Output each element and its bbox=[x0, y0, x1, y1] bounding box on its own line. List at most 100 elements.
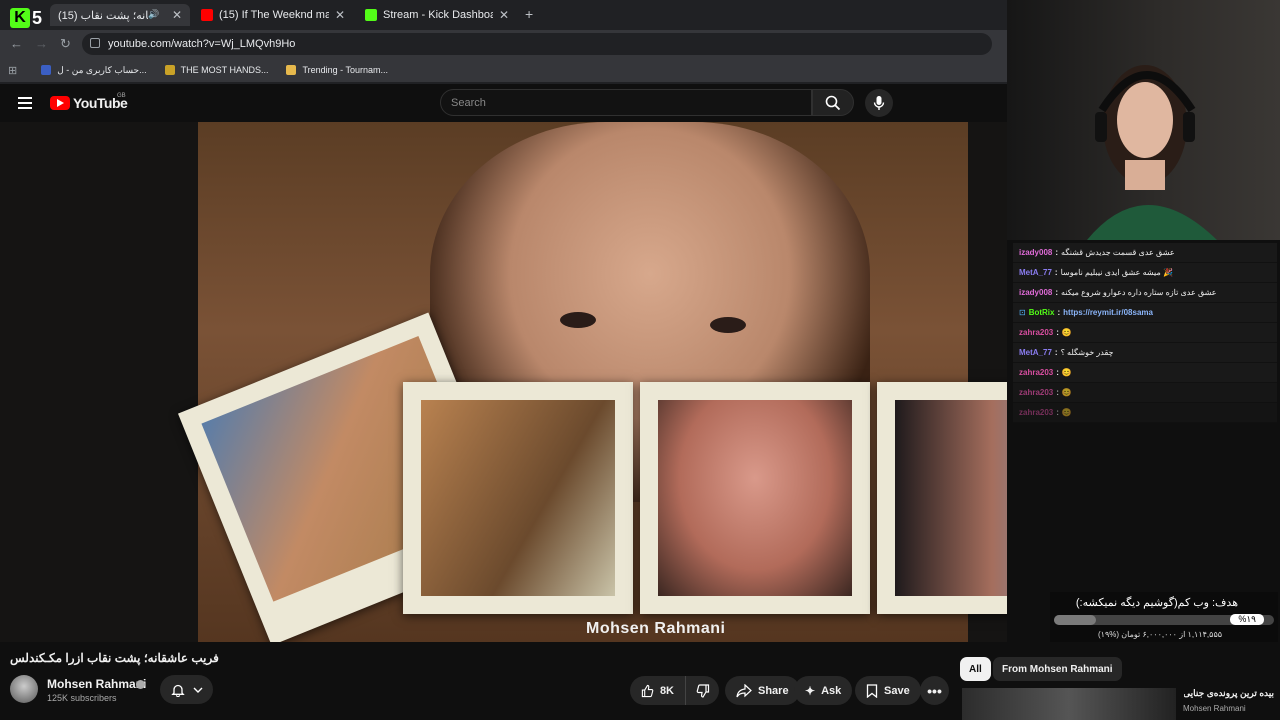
share-icon bbox=[736, 683, 752, 697]
chat-separator: : bbox=[1056, 328, 1059, 337]
ask-button[interactable]: ✦ Ask bbox=[794, 676, 853, 705]
goal-progress-fill bbox=[1054, 615, 1096, 625]
eye-shape bbox=[560, 312, 596, 328]
bookmark-favicon-icon bbox=[41, 65, 52, 75]
chat-text: عشق عدی تازه ستاره داره دعوارو شروع میکن… bbox=[1061, 288, 1217, 297]
region-code: GB bbox=[117, 93, 126, 99]
sparkle-icon: ✦ bbox=[805, 683, 816, 698]
more-actions-button[interactable]: ••• bbox=[920, 676, 949, 705]
goal-percent: %۱۹ bbox=[1230, 614, 1264, 625]
photo-image bbox=[658, 400, 852, 596]
thumbs-up-icon bbox=[641, 684, 654, 697]
reload-icon[interactable]: ↻ bbox=[60, 36, 71, 52]
chat-text: 😊 bbox=[1061, 388, 1072, 397]
chat-username: zahra203 bbox=[1019, 328, 1054, 337]
menu-icon[interactable] bbox=[18, 97, 32, 109]
chat-message: MetA_77 : میشه عشق ایدی نیبلیم ناموسا 🎉 bbox=[1013, 263, 1277, 283]
chat-text: 😊 bbox=[1061, 328, 1072, 337]
like-button[interactable]: 8K bbox=[630, 676, 685, 705]
kick-logo-icon: K bbox=[10, 8, 30, 28]
stream-chat-overlay: izady008 : عشق عدی قسمت جدیدش قشنگه MetA… bbox=[1013, 243, 1277, 423]
photo-polaroid-4 bbox=[877, 382, 1007, 614]
channel-name[interactable]: Mohsen Rahmani bbox=[47, 677, 146, 691]
save-button[interactable]: Save bbox=[855, 676, 921, 705]
chat-text: 😊 bbox=[1061, 368, 1072, 377]
voice-search-button[interactable] bbox=[865, 89, 893, 117]
kick-overlay-badge: K 5 bbox=[10, 6, 54, 30]
share-button[interactable]: Share bbox=[725, 676, 800, 705]
chat-message: MetA_77 : چقدر خوشگله ؟ bbox=[1013, 343, 1277, 363]
kick-badge-count: 5 bbox=[32, 7, 43, 28]
video-caption: Mohsen Rahmani bbox=[586, 620, 726, 637]
recommended-video-title[interactable]: بیده ترین پرونده‌ی جنایی ۲۰۲۵ bbox=[1184, 688, 1274, 699]
tab-kick-dashboard[interactable]: Stream - Kick Dashboard ✕ bbox=[357, 4, 517, 26]
photo-polaroid-3 bbox=[640, 382, 870, 614]
chat-separator: : bbox=[1057, 308, 1061, 317]
chat-username: MetA_77 bbox=[1019, 268, 1052, 277]
youtube-logo[interactable]: YouTube bbox=[50, 95, 128, 111]
chat-username: zahra203 bbox=[1019, 408, 1054, 417]
ask-label: Ask bbox=[821, 684, 842, 697]
url-field[interactable]: youtube.com/watch?v=Wj_LMQvh9Ho bbox=[82, 33, 992, 55]
channel-avatar[interactable] bbox=[10, 675, 38, 703]
dislike-button[interactable] bbox=[685, 676, 719, 705]
chat-text: https://reymit.ir/08sama bbox=[1063, 308, 1153, 317]
video-player[interactable] bbox=[0, 122, 1007, 642]
microphone-icon bbox=[873, 96, 885, 110]
chat-text: عشق عدی قسمت جدیدش قشنگه bbox=[1061, 248, 1175, 257]
like-count: 8K bbox=[659, 684, 674, 697]
recommended-video-thumbnail[interactable] bbox=[962, 688, 1176, 720]
chat-message: zahra203 : 😊 bbox=[1013, 323, 1277, 343]
search-button[interactable] bbox=[812, 89, 854, 116]
photo-image bbox=[895, 400, 1007, 596]
bookmark-favicon-icon bbox=[164, 65, 175, 75]
bell-icon bbox=[170, 684, 185, 697]
site-info-icon[interactable] bbox=[90, 38, 100, 48]
close-icon[interactable]: ✕ bbox=[172, 8, 182, 22]
tab-label: (15) فریب عاشقانه؛ پشت نقاب bbox=[58, 9, 148, 22]
bookmark-label: Trending - Tournam... bbox=[302, 65, 389, 75]
video-title: فریب عاشقانه؛ پشت نقاب ازرا مکـکندلس bbox=[10, 651, 219, 665]
chat-username: zahra203 bbox=[1019, 388, 1054, 397]
goal-status: ۱,۱۱۴,۵۵۵ از ۶,۰۰۰,۰۰۰ تومان (%۱۹) bbox=[1098, 630, 1223, 639]
forward-icon[interactable]: → bbox=[35, 36, 48, 51]
speaker-icon: 🔊 bbox=[147, 9, 160, 19]
thumbs-down-icon bbox=[696, 683, 709, 698]
chevron-down-icon bbox=[193, 687, 202, 693]
bookmark-item[interactable]: حساب کاربری من - ل... bbox=[41, 64, 147, 76]
chat-separator: : bbox=[1056, 368, 1059, 377]
close-icon[interactable]: ✕ bbox=[335, 8, 345, 22]
back-icon[interactable]: ← bbox=[10, 36, 23, 51]
tab-youtube-active[interactable]: (15) فریب عاشقانه؛ پشت نقاب 🔊 ✕ bbox=[50, 4, 190, 26]
bookmark-label: THE MOST HANDS... bbox=[180, 65, 269, 75]
bookmarks-bar: ⊞ حساب کاربری من - ل... THE MOST HANDS..… bbox=[0, 58, 1007, 82]
chip-from-channel[interactable]: From Mohsen Rahmani bbox=[993, 657, 1122, 681]
more-horizontal-icon: ••• bbox=[927, 682, 942, 699]
close-icon[interactable]: ✕ bbox=[499, 8, 509, 22]
chat-separator: : bbox=[1055, 288, 1059, 297]
subscribed-bell-button[interactable] bbox=[160, 675, 213, 704]
apps-grid-icon[interactable]: ⊞ bbox=[8, 64, 17, 77]
kick-favicon-icon bbox=[365, 9, 377, 21]
recommended-video-channel[interactable]: Mohsen Rahmani bbox=[1183, 704, 1246, 713]
photo-image bbox=[421, 400, 615, 596]
chat-username: MetA_77 bbox=[1019, 348, 1052, 357]
eye-shape bbox=[710, 317, 746, 333]
chat-text: 😊 bbox=[1061, 408, 1072, 417]
photo-polaroid-2 bbox=[403, 382, 633, 614]
tab-label: (15) If The Weeknd made lofi h bbox=[219, 9, 329, 21]
chip-all[interactable]: All bbox=[960, 657, 991, 681]
bookmark-item[interactable]: THE MOST HANDS... bbox=[164, 65, 269, 75]
chat-username: zahra203 bbox=[1019, 368, 1054, 377]
share-label: Share bbox=[758, 684, 789, 697]
search-input[interactable]: Search bbox=[440, 89, 812, 116]
webcam-overlay bbox=[1007, 0, 1280, 240]
new-tab-icon[interactable]: + bbox=[525, 6, 533, 22]
bookmark-item[interactable]: Trending - Tournam... bbox=[286, 65, 388, 75]
chat-message: izady008 : عشق عدی تازه ستاره داره دعوار… bbox=[1013, 283, 1277, 303]
chat-username: izady008 bbox=[1019, 248, 1053, 257]
tab-youtube-lofi[interactable]: (15) If The Weeknd made lofi h ✕ bbox=[193, 4, 353, 26]
bookmark-label: حساب کاربری من - ل... bbox=[57, 64, 147, 75]
chat-separator: : bbox=[1054, 268, 1058, 277]
youtube-play-icon bbox=[50, 96, 70, 110]
